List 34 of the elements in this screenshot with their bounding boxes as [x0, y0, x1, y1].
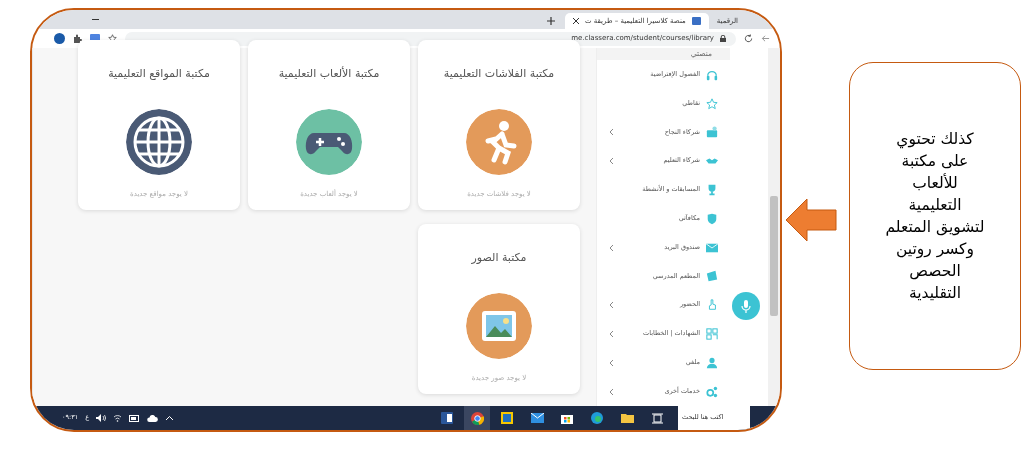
callout-text: كذلك تحتوي على مكتبة للألعاب التعليمية لتشويق المتعلم وكسر روتين الحصص التقليدية [885, 129, 985, 304]
person-icon [706, 356, 718, 369]
wallet-icon [706, 270, 718, 283]
qr-code-icon [706, 328, 718, 340]
profile-avatar-icon[interactable] [54, 33, 65, 44]
speaker-icon[interactable] [96, 414, 107, 422]
minimize-icon[interactable] [92, 18, 99, 21]
shield-icon [706, 212, 718, 225]
chevron-up-icon[interactable] [165, 415, 175, 421]
library-title: مكتبة الصور [471, 250, 527, 266]
scrollbar[interactable] [768, 48, 780, 406]
star-icon [706, 97, 718, 110]
microphone-icon [741, 299, 751, 313]
pointing-hand-icon [706, 299, 718, 312]
group-icon [706, 126, 718, 139]
library-title: مكتبة الألعاب التعليمية [278, 66, 380, 82]
puzzle-icon[interactable] [73, 34, 82, 43]
new-tab-button[interactable] [547, 17, 555, 25]
lock-icon [720, 35, 726, 42]
library-title: مكتبة الفلاشات التعليمية [443, 66, 555, 82]
left-arrow-icon [785, 198, 837, 242]
library-title: مكتبة المواقع التعليمية [108, 66, 210, 82]
chrome-app-icon[interactable] [464, 406, 490, 430]
envelope-icon [706, 241, 718, 254]
wifi-icon[interactable] [113, 414, 123, 422]
trophy-icon [706, 184, 718, 196]
battery-icon[interactable] [129, 414, 141, 422]
favicon-icon [691, 17, 701, 25]
headphones-icon [706, 68, 718, 81]
reload-icon[interactable] [744, 34, 753, 43]
back-arrow-icon[interactable] [761, 34, 770, 43]
gears-icon [706, 385, 718, 398]
close-icon[interactable] [573, 18, 579, 24]
cloud-icon[interactable] [147, 414, 159, 422]
